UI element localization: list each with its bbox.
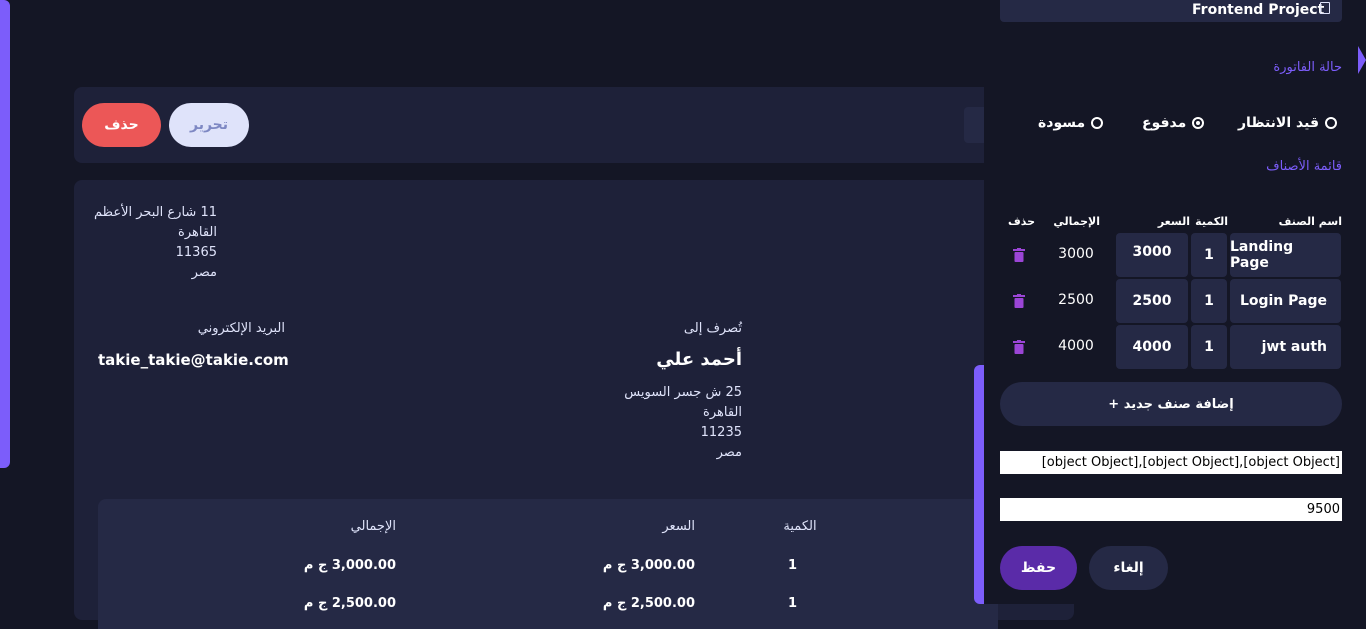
status-option-label: مسودة <box>1038 115 1086 131</box>
client-name: أحمد علي <box>656 349 742 370</box>
table-header-price: السعر <box>662 519 695 534</box>
save-button[interactable]: حفظ <box>1000 546 1077 590</box>
items-debug-input[interactable] <box>1000 451 1342 474</box>
item-header-qty: الكمية <box>1195 215 1228 228</box>
radio-icon <box>1325 117 1337 129</box>
cancel-button[interactable]: إلغاء <box>1089 546 1168 590</box>
item-total: 2500 <box>1058 292 1094 308</box>
table-row-price: 3,000.00 ج م <box>602 558 695 573</box>
project-description-field[interactable]: Frontend Project <box>1000 0 1342 22</box>
trash-icon[interactable] <box>1013 340 1025 354</box>
sender-country: مصر <box>191 265 217 280</box>
item-name-input[interactable]: Login Page <box>1230 279 1341 323</box>
item-header-total: الإجمالي <box>1053 215 1100 228</box>
mark-paid-button[interactable] <box>964 107 984 143</box>
table-row-total: 2,500.00 ج م <box>303 596 396 611</box>
document-icon <box>1320 2 1330 14</box>
scrollbar[interactable] <box>0 0 10 468</box>
sender-postcode: 11365 <box>175 245 217 260</box>
item-header-price: السعر <box>1157 215 1190 228</box>
invoice-items-table <box>98 499 998 629</box>
sender-street: 11 شارع البحر الأعظم <box>94 205 217 220</box>
add-item-button[interactable]: + إضافة صنف جديد <box>1000 382 1342 426</box>
status-option-label: مدفوع <box>1142 115 1187 131</box>
item-header-name: اسم الصنف <box>1278 215 1342 228</box>
item-name-input[interactable]: Landing Page <box>1230 233 1341 277</box>
items-section-label: قائمة الأصناف <box>1266 159 1342 174</box>
client-country: مصر <box>716 445 742 460</box>
item-qty-input[interactable]: 1 <box>1191 233 1227 277</box>
item-name-input[interactable]: jwt auth <box>1230 325 1341 369</box>
item-total: 4000 <box>1058 338 1094 354</box>
table-row-price: 2,500.00 ج م <box>602 596 695 611</box>
project-field-value: Frontend Project <box>1192 2 1325 18</box>
status-radio-pending[interactable]: قيد الانتظار <box>1238 115 1337 131</box>
sender-city: القاهرة <box>178 225 217 240</box>
trash-icon[interactable] <box>1013 248 1025 262</box>
status-radio-paid[interactable]: مدفوع <box>1142 115 1205 131</box>
table-header-qty: الكمية <box>783 519 817 534</box>
item-header-delete: حذف <box>1007 215 1035 228</box>
panel-scrollbar[interactable] <box>974 365 984 604</box>
radio-selected-icon <box>1192 117 1205 129</box>
status-radio-draft[interactable]: مسودة <box>1038 115 1104 131</box>
item-total: 3000 <box>1058 246 1094 262</box>
table-row-total: 3,000.00 ج م <box>303 558 396 573</box>
table-row-qty: 1 <box>787 558 798 573</box>
trash-icon[interactable] <box>1013 294 1025 308</box>
status-section-label: حالة الفاتورة <box>1273 60 1342 75</box>
table-row-qty: 1 <box>787 596 798 611</box>
delete-button[interactable]: حذف <box>82 103 161 147</box>
edit-button[interactable]: تحرير <box>169 103 249 147</box>
email-value: takie_takie@takie.com <box>98 351 289 369</box>
item-price-input[interactable]: 4000 <box>1116 325 1188 369</box>
client-city: القاهرة <box>703 405 742 420</box>
item-qty-input[interactable]: 1 <box>1191 279 1227 323</box>
email-label: البريد الإلكتروني <box>197 321 285 336</box>
item-price-input[interactable]: 3000 <box>1116 233 1188 277</box>
item-qty-input[interactable]: 1 <box>1191 325 1227 369</box>
client-street: 25 ش جسر السويس <box>624 385 742 400</box>
radio-icon <box>1091 117 1104 129</box>
item-price-input[interactable]: 2500 <box>1116 279 1188 323</box>
total-input[interactable] <box>1000 498 1342 521</box>
bill-to-label: تُصرف إلى <box>683 321 742 336</box>
client-postcode: 11235 <box>700 425 742 440</box>
table-header-total: الإجمالي <box>350 519 396 534</box>
status-option-label: قيد الانتظار <box>1238 115 1319 131</box>
